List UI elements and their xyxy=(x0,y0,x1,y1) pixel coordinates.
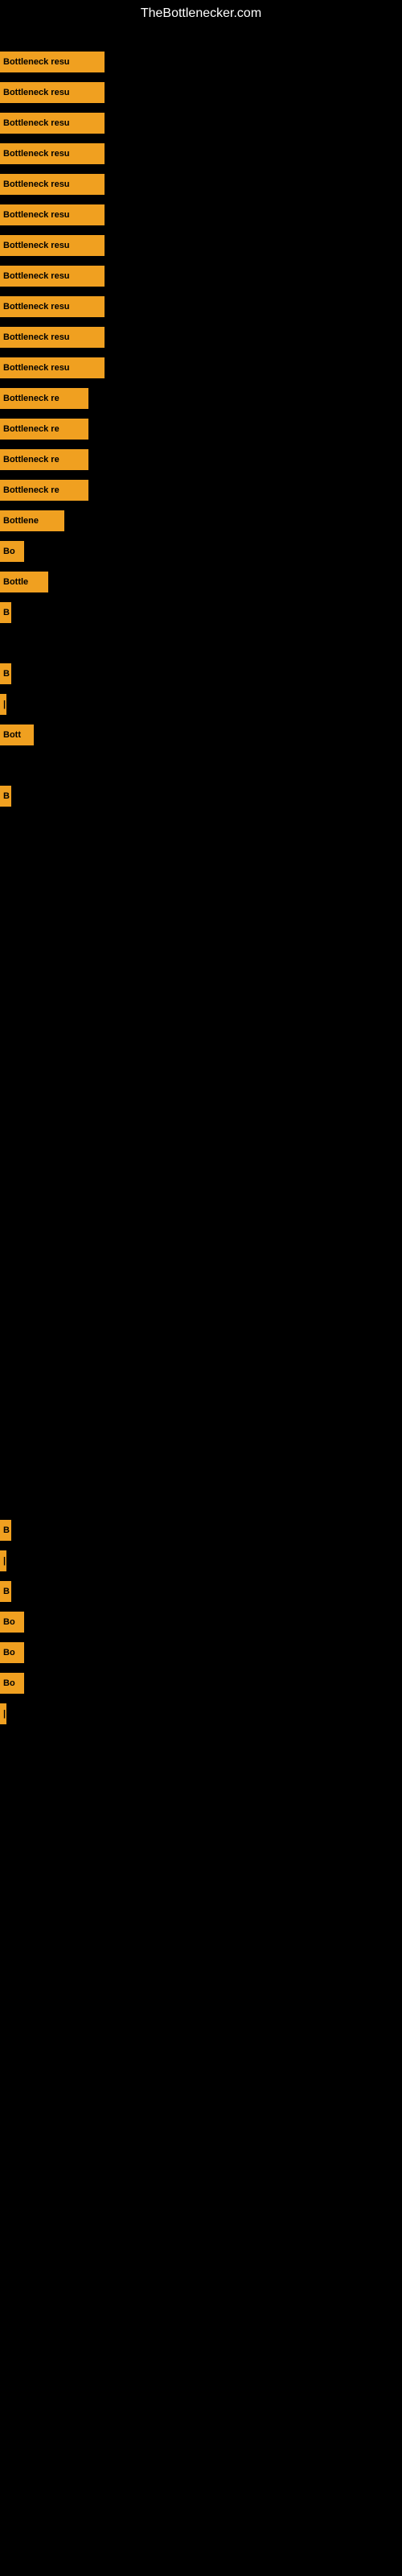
bottleneck-label: | xyxy=(3,1556,6,1566)
bottleneck-label: B xyxy=(3,1525,10,1535)
bottleneck-label: Bottleneck resu xyxy=(3,363,70,373)
bottleneck-bar[interactable]: B xyxy=(0,1520,11,1541)
bottleneck-label: Bo xyxy=(3,1678,15,1688)
bottleneck-bar[interactable]: Bott xyxy=(0,724,34,745)
bottleneck-label: Bottleneck resu xyxy=(3,88,70,97)
bottleneck-label: Bottleneck resu xyxy=(3,332,70,342)
bottleneck-bar[interactable]: Bottleneck resu xyxy=(0,327,105,348)
bottleneck-label: Bottleneck re xyxy=(3,424,59,434)
bottleneck-bar[interactable]: B xyxy=(0,602,11,623)
bottleneck-bar[interactable]: B xyxy=(0,786,11,807)
bottleneck-label: Bott xyxy=(3,730,21,740)
bottleneck-label: B xyxy=(3,791,10,801)
bottleneck-bar[interactable]: Bo xyxy=(0,1612,24,1633)
bottleneck-bar[interactable]: Bottle xyxy=(0,572,48,592)
bottleneck-bar[interactable]: Bottleneck resu xyxy=(0,204,105,225)
bottleneck-bar[interactable]: Bottleneck resu xyxy=(0,82,105,103)
bottleneck-bar[interactable]: Bo xyxy=(0,1673,24,1694)
bottleneck-bar[interactable]: Bottleneck resu xyxy=(0,113,105,134)
bottleneck-bar[interactable]: Bottleneck re xyxy=(0,480,88,501)
bottleneck-label: Bottleneck resu xyxy=(3,57,70,67)
bottleneck-label: Bottleneck re xyxy=(3,455,59,464)
bottleneck-label: Bo xyxy=(3,1617,15,1627)
bottleneck-label: Bottleneck resu xyxy=(3,210,70,220)
bottleneck-bar[interactable]: Bottleneck re xyxy=(0,419,88,440)
bottleneck-label: B xyxy=(3,1587,10,1596)
bottleneck-bar[interactable]: B xyxy=(0,663,11,684)
bottleneck-label: Bottleneck re xyxy=(3,394,59,403)
bottleneck-label: Bottleneck resu xyxy=(3,180,70,189)
bottleneck-label: Bottleneck resu xyxy=(3,241,70,250)
bottleneck-bar[interactable]: Bottleneck re xyxy=(0,388,88,409)
bottleneck-label: | xyxy=(3,700,6,709)
bottleneck-bar[interactable]: Bottleneck resu xyxy=(0,52,105,72)
bottleneck-label: Bo xyxy=(3,1648,15,1657)
bottleneck-bar[interactable]: Bottleneck resu xyxy=(0,174,105,195)
bottleneck-bar[interactable]: Bottlene xyxy=(0,510,64,531)
bottleneck-bar[interactable]: Bottleneck resu xyxy=(0,143,105,164)
site-title: TheBottlenecker.com xyxy=(0,0,402,27)
bottleneck-label: Bo xyxy=(3,547,15,556)
bottleneck-bar[interactable]: | xyxy=(0,1550,6,1571)
bottleneck-bar[interactable]: Bottleneck re xyxy=(0,449,88,470)
bottleneck-bar[interactable]: | xyxy=(0,694,6,715)
bottleneck-label: B xyxy=(3,669,10,679)
bottleneck-bar[interactable]: Bo xyxy=(0,1642,24,1663)
bottleneck-label: Bottleneck resu xyxy=(3,118,70,128)
bottleneck-label: | xyxy=(3,1709,6,1719)
bottleneck-bar[interactable]: Bo xyxy=(0,541,24,562)
bottleneck-label: Bottlene xyxy=(3,516,39,526)
bottleneck-label: B xyxy=(3,608,10,617)
bottleneck-label: Bottleneck resu xyxy=(3,271,70,281)
bottleneck-label: Bottleneck resu xyxy=(3,149,70,159)
entries-container: Bottleneck resu Bottleneck resu Bottleneck… xyxy=(0,27,402,1798)
bottleneck-bar[interactable]: Bottleneck resu xyxy=(0,296,105,317)
bottleneck-bar[interactable]: Bottleneck resu xyxy=(0,357,105,378)
bottleneck-bar[interactable]: | xyxy=(0,1703,6,1724)
bottleneck-label: Bottleneck resu xyxy=(3,302,70,312)
bottleneck-bar[interactable]: Bottleneck resu xyxy=(0,266,105,287)
bottleneck-label: Bottle xyxy=(3,577,28,587)
bottleneck-bar[interactable]: B xyxy=(0,1581,11,1602)
bottleneck-bar[interactable]: Bottleneck resu xyxy=(0,235,105,256)
bottleneck-label: Bottleneck re xyxy=(3,485,59,495)
